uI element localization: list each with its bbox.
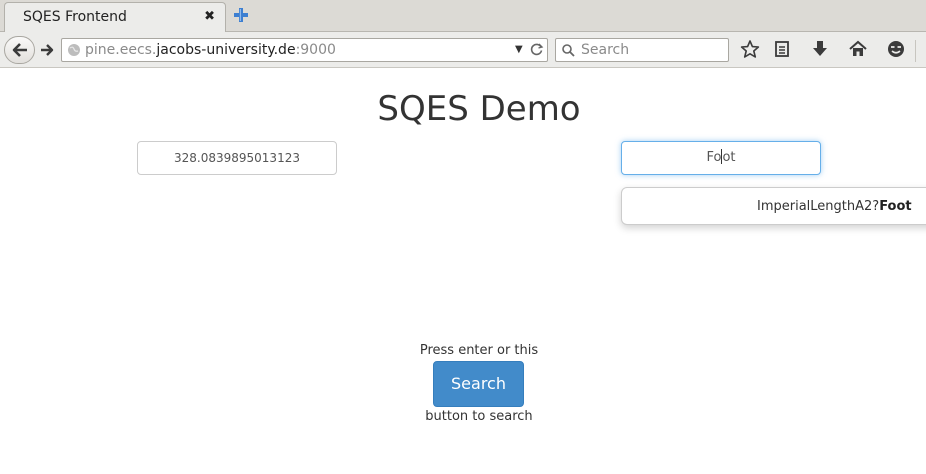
toolbar-separator <box>915 40 916 62</box>
value-input[interactable]: 328.0839895013123 <box>137 141 337 175</box>
search-placeholder: Search <box>581 42 630 58</box>
back-button[interactable] <box>4 36 35 64</box>
tab-title: SQES Frontend <box>23 9 127 25</box>
forward-button[interactable] <box>36 39 58 61</box>
button-to-search-text: button to search <box>425 409 533 424</box>
suggestion-text: ImperialLengthA2?Foot <box>757 199 912 214</box>
back-arrow-icon <box>12 43 27 57</box>
forward-arrow-icon <box>41 44 54 56</box>
reading-list-icon[interactable] <box>772 39 792 59</box>
tab-strip: SQES Frontend ✖ <box>0 0 926 33</box>
url-text: pine.eecs.jacobs-university.de:9000 <box>85 42 336 58</box>
star-icon[interactable] <box>740 39 760 59</box>
close-tab-icon[interactable]: ✖ <box>204 9 215 24</box>
search-icon <box>562 44 575 57</box>
smiley-icon[interactable] <box>886 39 906 59</box>
page-title: SQES Demo <box>377 89 581 129</box>
download-icon[interactable] <box>810 39 830 59</box>
search-button[interactable]: Search <box>433 361 524 407</box>
search-bar[interactable]: Search <box>555 38 729 62</box>
new-tab-icon[interactable] <box>233 6 249 24</box>
navigation-toolbar: pine.eecs.jacobs-university.de:9000 ▼ Se… <box>0 32 926 68</box>
url-bar[interactable]: pine.eecs.jacobs-university.de:9000 ▼ <box>61 38 548 62</box>
dropdown-icon[interactable]: ▼ <box>515 44 523 55</box>
autocomplete-suggestion[interactable]: ImperialLengthA2?Foot <box>621 187 926 225</box>
unit-input[interactable]: Foot <box>621 141 821 175</box>
press-enter-text: Press enter or this <box>419 343 539 358</box>
tab-sqes-frontend[interactable]: SQES Frontend ✖ <box>4 2 226 33</box>
home-icon[interactable] <box>848 39 868 59</box>
globe-icon <box>68 44 80 56</box>
page-content: SQES Demo 328.0839895013123 Foot Imperia… <box>0 69 926 474</box>
reload-icon[interactable] <box>530 42 544 56</box>
back-forward-group <box>4 36 60 64</box>
